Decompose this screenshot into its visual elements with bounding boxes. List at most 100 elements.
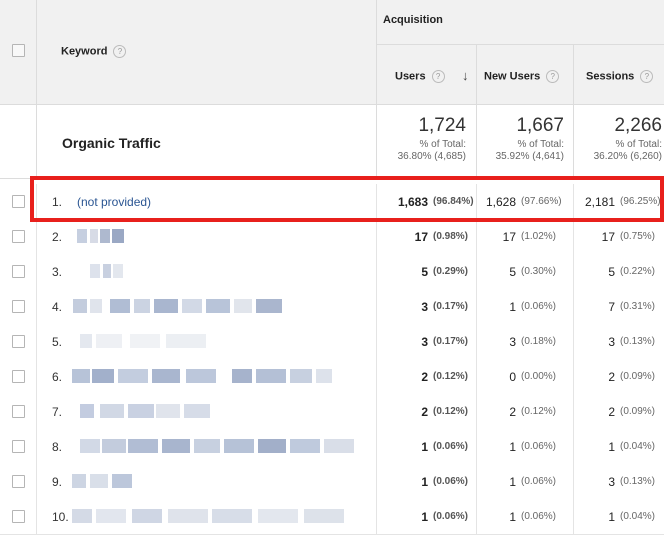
- new-users-column-header[interactable]: New Users?: [477, 44, 574, 104]
- users-header-text: Users: [395, 70, 426, 83]
- row-index: 8.: [52, 440, 63, 454]
- row-checkbox[interactable]: [12, 370, 25, 383]
- users-value: 3: [421, 335, 428, 349]
- keyword-column-header[interactable]: Keyword?: [36, 0, 377, 104]
- sessions-value: 7: [608, 300, 615, 314]
- redaction-block: [73, 299, 87, 313]
- help-icon[interactable]: ?: [113, 45, 127, 58]
- redaction-block: [206, 299, 230, 313]
- users-value: 1: [421, 475, 428, 489]
- redaction-block: [184, 404, 210, 418]
- new-users-header-text: New Users: [484, 70, 541, 83]
- new-users-header-label: New Users?: [484, 70, 560, 83]
- sessions-column-header[interactable]: Sessions?: [574, 44, 664, 104]
- redaction-block: [290, 369, 312, 383]
- sessions-value: 2: [608, 405, 615, 419]
- sessions-value: 1: [608, 510, 615, 524]
- table-row[interactable]: 5. 3 (0.17%) 3 (0.18%) 3 (0.13%): [0, 324, 664, 360]
- redaction-block: [130, 334, 160, 348]
- newusers-value: 5: [509, 265, 516, 279]
- keyword-header-text: Keyword: [61, 45, 108, 58]
- row-index: 3.: [52, 265, 63, 279]
- redaction-block: [128, 439, 158, 453]
- sort-descending-icon[interactable]: ↓: [462, 68, 469, 83]
- table-row[interactable]: 3. 5 (0.29%) 5 (0.30%) 5 (0.22%): [0, 254, 664, 290]
- table-row[interactable]: 8. 1 (0.06%) 1 (0.06%) 1 (0.04%): [0, 429, 664, 465]
- newusers-percent: (0.06%): [521, 476, 557, 487]
- redaction-block: [162, 439, 190, 453]
- redaction-block: [118, 369, 148, 383]
- sessions-value: 3: [608, 335, 615, 349]
- totals-label: Organic Traffic: [62, 135, 161, 151]
- redaction-block: [100, 229, 110, 243]
- table-row[interactable]: 1. (not provided) 1,683 (96.84%) 1,628 (97.66…: [0, 184, 664, 220]
- sessions-percent: (0.04%): [620, 511, 656, 522]
- redaction-block: [90, 299, 102, 313]
- table-row[interactable]: 7. 2 (0.12%) 2 (0.12%) 2 (0.09%): [0, 394, 664, 430]
- redaction-block: [256, 299, 282, 313]
- help-icon[interactable]: ?: [640, 70, 654, 83]
- totals-row: Organic Traffic 1,724 % of Total: 36.80%…: [0, 105, 664, 179]
- keyword-link[interactable]: (not provided): [77, 195, 151, 209]
- total-sessions-pct-label: % of Total:: [615, 139, 662, 150]
- table-row[interactable]: 2. 17 (0.98%) 17 (1.02%) 17 (0.75%): [0, 219, 664, 255]
- row-checkbox[interactable]: [12, 475, 25, 488]
- table-row[interactable]: 6. 2 (0.12%) 0 (0.00%) 2 (0.09%): [0, 359, 664, 395]
- newusers-value: 1,628: [485, 195, 516, 209]
- row-checkbox[interactable]: [12, 195, 25, 208]
- redaction-block: [92, 369, 114, 383]
- redaction-block: [156, 404, 180, 418]
- row-index: 10.: [52, 510, 69, 524]
- row-index: 7.: [52, 405, 63, 419]
- table-row[interactable]: 9. 1 (0.06%) 1 (0.06%) 3 (0.13%): [0, 464, 664, 500]
- row-checkbox[interactable]: [12, 510, 25, 523]
- redaction-block: [72, 509, 92, 523]
- newusers-percent: (0.06%): [521, 511, 557, 522]
- row-checkbox[interactable]: [12, 265, 25, 278]
- redaction-block: [102, 439, 126, 453]
- sessions-percent: (0.75%): [620, 231, 656, 242]
- sessions-percent: (0.13%): [620, 336, 656, 347]
- redaction-block: [290, 439, 320, 453]
- redaction-block: [234, 299, 252, 313]
- redaction-block: [113, 264, 123, 278]
- total-users-value: 1,724: [418, 115, 466, 136]
- redaction-block: [80, 404, 94, 418]
- row-checkbox[interactable]: [12, 230, 25, 243]
- row-index: 5.: [52, 335, 63, 349]
- redaction-block: [96, 509, 126, 523]
- table-row[interactable]: 10. 1 (0.06%) 1 (0.06%) 1 (0.04%): [0, 499, 664, 535]
- help-icon[interactable]: ?: [546, 70, 560, 83]
- redaction-block: [80, 439, 100, 453]
- newusers-value: 1: [509, 510, 516, 524]
- row-checkbox[interactable]: [12, 440, 25, 453]
- redaction-block: [100, 404, 124, 418]
- sessions-percent: (0.09%): [620, 371, 656, 382]
- redaction-block: [304, 509, 344, 523]
- users-value: 2: [421, 405, 428, 419]
- help-icon[interactable]: ?: [431, 70, 445, 83]
- keyword-header-label: Keyword?: [61, 45, 127, 58]
- sessions-value: 5: [608, 265, 615, 279]
- table-header: Keyword? Acquisition Users? ↓ New Users?…: [0, 0, 664, 105]
- users-column-header[interactable]: Users? ↓: [376, 44, 477, 104]
- sessions-percent: (0.31%): [620, 301, 656, 312]
- redaction-block: [80, 334, 92, 348]
- newusers-percent: (0.18%): [521, 336, 557, 347]
- row-checkbox[interactable]: [12, 335, 25, 348]
- redaction-block: [168, 509, 208, 523]
- sessions-value: 2,181: [584, 195, 615, 209]
- redaction-block: [258, 439, 286, 453]
- sessions-header-label: Sessions?: [586, 70, 654, 83]
- redaction-block: [112, 474, 132, 488]
- select-all-checkbox[interactable]: [12, 44, 25, 57]
- redaction-block: [103, 264, 111, 278]
- redaction-block: [232, 369, 252, 383]
- newusers-percent: (1.02%): [521, 231, 557, 242]
- row-checkbox[interactable]: [12, 300, 25, 313]
- acquisition-group-header: Acquisition: [376, 0, 664, 45]
- row-checkbox[interactable]: [12, 405, 25, 418]
- table-row[interactable]: 4. 3 (0.17%) 1 (0.06%) 7 (0.31%): [0, 289, 664, 325]
- newusers-value: 1: [509, 440, 516, 454]
- users-value: 2: [421, 370, 428, 384]
